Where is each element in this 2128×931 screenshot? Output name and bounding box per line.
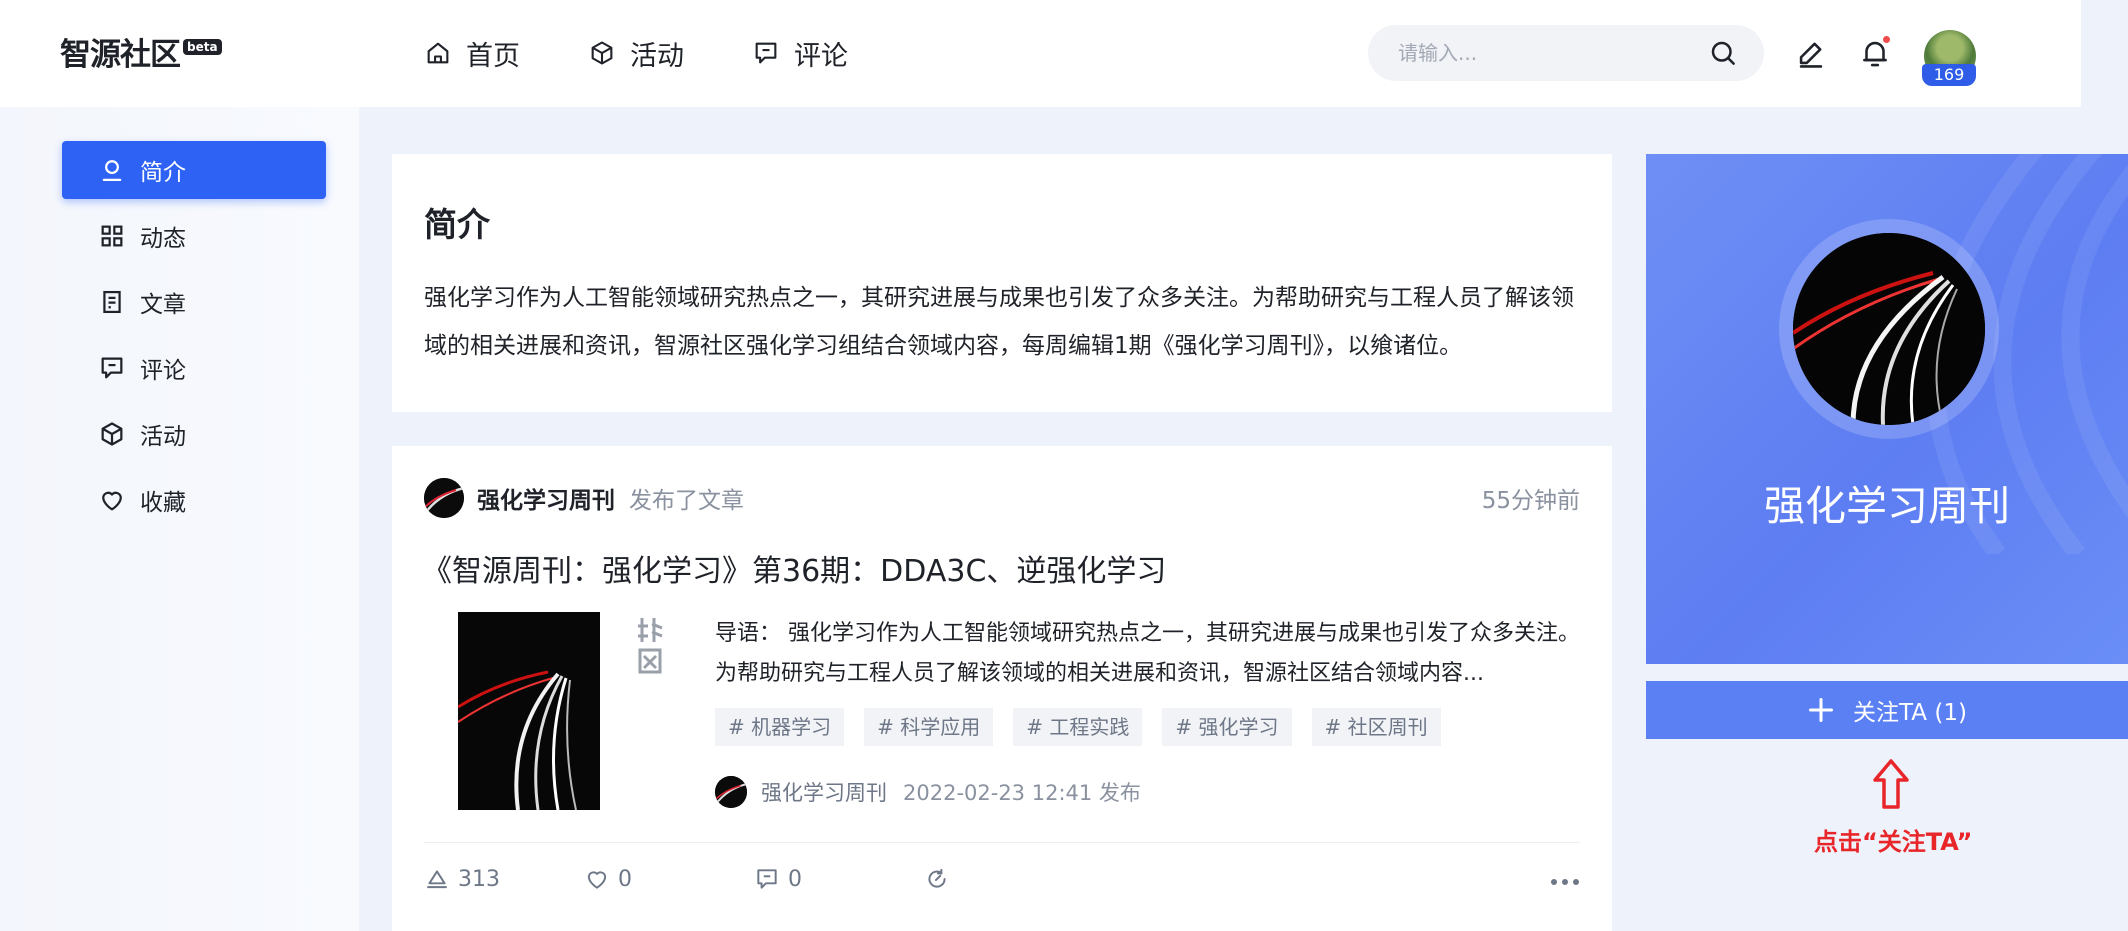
arrow-up-icon (1873, 759, 1909, 809)
plus-icon (1809, 697, 1834, 723)
watermark-icon (638, 618, 663, 674)
like-button[interactable]: 0 (584, 866, 632, 892)
road-thumbnail-icon (424, 478, 464, 518)
nav-activity[interactable]: 活动 (588, 32, 684, 74)
search-input[interactable] (1398, 41, 1708, 65)
tag[interactable]: # 工程实践 (1013, 708, 1143, 746)
comment-button[interactable]: 0 (754, 866, 802, 892)
post-summary: 导语： 强化学习作为人工智能领域研究热点之一，其研究进展与成果也引发了众多关注。… (715, 621, 1580, 686)
divider (424, 842, 1580, 843)
post-card: 强化学习周刊 发布了文章 55分钟前 《智源周刊：强化学习》第36期：DDA3C… (392, 446, 1612, 931)
sidebar-item-label: 收藏 (140, 490, 186, 516)
grid-icon (101, 225, 123, 247)
eye-triangle-icon (427, 870, 447, 889)
annotation-text: 点击“关注TA” (1814, 828, 1973, 856)
comments-count: 0 (788, 866, 802, 892)
sidebar-item-activities[interactable]: 活动 (62, 405, 326, 463)
nav-home-label: 首页 (466, 40, 520, 72)
comment-icon (755, 42, 777, 64)
edit-icon[interactable] (1794, 36, 1828, 70)
tag[interactable]: # 机器学习 (715, 708, 845, 746)
main-nav: 首页 活动 评论 (424, 32, 916, 74)
sidebar-item-comments[interactable]: 评论 (62, 339, 326, 397)
top-header: 智源社区 beta 首页 活动 评论 169 (0, 0, 2081, 107)
views-stat[interactable]: 313 (424, 866, 500, 892)
road-thumbnail-icon (715, 776, 747, 808)
tag[interactable]: # 科学应用 (864, 708, 994, 746)
nav-home[interactable]: 首页 (424, 32, 520, 74)
sidebar-item-intro[interactable]: 简介 (62, 141, 326, 199)
sidebar-item-label: 文章 (140, 292, 186, 318)
post-action: 发布了文章 (629, 488, 744, 514)
share-button[interactable] (924, 866, 958, 892)
likes-count: 0 (618, 866, 632, 892)
comment-icon (101, 357, 123, 379)
more-options-button[interactable] (1550, 872, 1580, 891)
post-time: 55分钟前 (1481, 488, 1580, 514)
cube-icon (101, 422, 123, 446)
cube-icon (591, 41, 613, 65)
intro-card: 简介 强化学习作为人工智能领域研究热点之一，其研究进展与成果也引发了众多关注。为… (392, 154, 1612, 412)
nav-activity-label: 活动 (630, 40, 684, 72)
sidebar-item-label: 动态 (140, 226, 186, 252)
post-footer-author: 强化学习周刊 2022-02-23 12:41 发布 (715, 776, 1141, 808)
notification-dot (1883, 36, 1890, 43)
nav-comments-label: 评论 (794, 40, 848, 72)
sidebar-item-label: 简介 (140, 160, 186, 186)
avatar-badge: 169 (1922, 64, 1976, 86)
intro-title: 简介 (424, 205, 490, 244)
logo-text: 智源社区 (60, 37, 181, 73)
ellipsis-icon (1551, 879, 1579, 885)
profile-name: 强化学习周刊 (1764, 482, 2010, 530)
views-count: 313 (458, 866, 500, 892)
highway-lights-image (458, 612, 600, 810)
follow-button[interactable]: 关注TA (1) (1646, 681, 2128, 739)
sidebar-item-label: 评论 (140, 358, 186, 384)
logo-beta-badge: beta (183, 39, 222, 55)
page: 智源社区 beta 首页 活动 评论 169 (0, 0, 2128, 931)
post-title[interactable]: 《智源周刊：强化学习》第36期：DDA3C、逆强化学习 (422, 546, 1166, 590)
user-icon (102, 160, 122, 182)
post-thumbnail[interactable] (458, 612, 600, 810)
profile-avatar[interactable] (1793, 233, 1985, 425)
home-icon (427, 42, 449, 64)
search-box (1368, 25, 1764, 81)
post-stats: 313 0 0 (424, 866, 1580, 906)
left-sidebar: 简介 动态 文章 评论 活动 收藏 (0, 107, 359, 931)
profile-card: 强化学习周刊 (1646, 154, 2128, 664)
sidebar-item-label: 活动 (140, 424, 186, 450)
sidebar-item-feed[interactable]: 动态 (62, 207, 326, 265)
post-date: 2022-02-23 12:41 发布 (903, 781, 1141, 805)
sidebar-item-favorites[interactable]: 收藏 (62, 471, 326, 529)
post-author-name[interactable]: 强化学习周刊 (477, 481, 615, 515)
sidebar-item-articles[interactable]: 文章 (62, 273, 326, 331)
user-avatar[interactable]: 169 (1922, 30, 1976, 86)
footer-author-name[interactable]: 强化学习周刊 (761, 777, 887, 807)
share-icon (928, 868, 946, 888)
tag[interactable]: # 社区周刊 (1311, 708, 1441, 746)
heart-icon (102, 491, 122, 511)
post-tags: # 机器学习 # 科学应用 # 工程实践 # 强化学习 # 社区周刊 (715, 708, 1441, 746)
comment-icon (757, 869, 777, 889)
follow-button-label: 关注TA (1) (1853, 700, 1967, 726)
tag[interactable]: # 强化学习 (1162, 708, 1292, 746)
avatar[interactable] (715, 776, 747, 808)
highway-lights-image (1793, 233, 1985, 425)
document-icon (103, 290, 121, 314)
heart-icon (587, 871, 607, 889)
intro-text: 强化学习作为人工智能领域研究热点之一，其研究进展与成果也引发了众多关注。为帮助研… (424, 285, 1574, 359)
search-icon[interactable] (1708, 38, 1738, 68)
post-author-avatar[interactable] (424, 478, 464, 518)
nav-comments[interactable]: 评论 (752, 32, 848, 74)
site-logo[interactable]: 智源社区 beta (60, 36, 222, 74)
